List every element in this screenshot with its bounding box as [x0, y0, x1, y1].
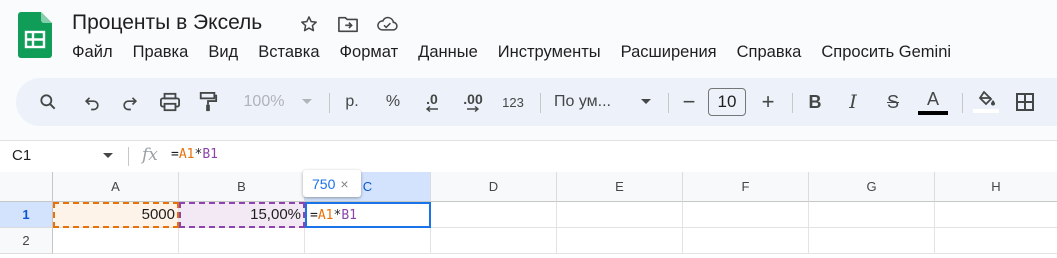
text-color-label: A [926, 88, 939, 109]
cell-c1-eq: = [310, 207, 318, 223]
move-to-folder-icon[interactable] [337, 13, 359, 35]
arrow-right-icon [467, 106, 480, 112]
increase-decimal-button[interactable]: .00 [456, 78, 490, 126]
formula-eq: = [171, 147, 179, 162]
formula-preview-value: 750 [312, 175, 336, 192]
star-icon[interactable] [298, 13, 320, 35]
document-title[interactable]: Проценты в Эксель [72, 11, 262, 35]
strikethrough-button[interactable]: S [880, 78, 906, 126]
cell-d2[interactable] [431, 228, 557, 254]
bold-button[interactable]: B [802, 78, 828, 126]
menu-edit[interactable]: Правка [133, 43, 189, 62]
decrease-font-size-button[interactable]: − [678, 78, 700, 126]
increase-decimal-label: .00 [463, 91, 483, 107]
column-header-a[interactable]: A [53, 172, 179, 202]
cloud-status-icon[interactable] [376, 13, 398, 35]
font-family-select[interactable]: По ум... [554, 78, 626, 126]
print-icon[interactable] [156, 78, 184, 126]
formula-input[interactable]: =A1*B1 [171, 147, 218, 162]
sheets-logo[interactable] [18, 12, 52, 58]
cell-c1-op: * [333, 207, 342, 223]
row-header-1[interactable]: 1 [0, 202, 53, 228]
arrow-left-icon [425, 106, 438, 112]
cell-a2[interactable] [53, 228, 179, 254]
menu-bar: Файл Правка Вид Вставка Формат Данные Ин… [72, 43, 971, 62]
menu-extensions[interactable]: Расширения [621, 43, 717, 62]
cell-e2[interactable] [557, 228, 683, 254]
cell-f1[interactable] [683, 202, 809, 228]
fx-icon: fx [142, 145, 158, 165]
cell-c1-editor[interactable]: = A1 * B1 [305, 202, 431, 228]
text-color-swatch [918, 110, 948, 115]
spreadsheet-grid: A B C D E F G H 1 2 5000 15,00% = A1 * B1 [0, 172, 1057, 258]
cell-f2[interactable] [683, 228, 809, 254]
menu-format[interactable]: Формат [340, 43, 399, 62]
menu-insert[interactable]: Вставка [258, 43, 319, 62]
menu-tools[interactable]: Инструменты [498, 43, 601, 62]
currency-format-button[interactable]: р. [340, 78, 364, 126]
toolbar: 100% р. % .0 .00 123 По ум... − 10 + B I… [16, 78, 1057, 126]
menu-help[interactable]: Справка [737, 43, 802, 62]
zoom-select[interactable]: 100% [238, 78, 290, 126]
cell-b1[interactable]: 15,00% [179, 202, 305, 228]
cell-g1[interactable] [809, 202, 935, 228]
chevron-down-icon [636, 78, 656, 126]
formula-ref-b1: B1 [202, 147, 218, 162]
column-header-h[interactable]: H [935, 172, 1057, 202]
italic-button[interactable]: I [840, 78, 866, 126]
column-header-d[interactable]: D [431, 172, 557, 202]
formula-bar: C1 fx =A1*B1 [0, 140, 1057, 172]
decrease-decimal-button[interactable]: .0 [418, 78, 446, 126]
cell-b2[interactable] [179, 228, 305, 254]
cell-c1-ref-b1: B1 [341, 207, 357, 223]
chevron-down-icon[interactable] [102, 152, 114, 160]
fill-color-icon[interactable] [971, 78, 1001, 126]
column-header-g[interactable]: G [809, 172, 935, 202]
cell-h2[interactable] [935, 228, 1057, 254]
column-header-b[interactable]: B [179, 172, 305, 202]
name-box[interactable]: C1 [12, 147, 31, 164]
redo-icon[interactable] [116, 78, 144, 126]
column-header-e[interactable]: E [557, 172, 683, 202]
percent-format-button[interactable]: % [380, 78, 406, 126]
formula-preview-tooltip: 750 × [303, 170, 361, 197]
formula-ref-a1: A1 [178, 147, 195, 162]
close-icon[interactable]: × [340, 176, 348, 192]
font-size-input[interactable]: 10 [708, 88, 746, 116]
more-formats-button[interactable]: 123 [499, 78, 527, 126]
cell-d1[interactable] [431, 202, 557, 228]
select-all-corner[interactable] [0, 172, 53, 202]
menu-ask-gemini[interactable]: Спросить Gemini [821, 43, 951, 62]
text-color-button[interactable]: A [916, 78, 950, 126]
menu-file[interactable]: Файл [72, 43, 113, 62]
decrease-decimal-label: .0 [426, 91, 438, 107]
chevron-down-icon [299, 78, 315, 126]
row-header-2[interactable]: 2 [0, 228, 53, 254]
cell-c1-ref-a1: A1 [317, 207, 334, 223]
paint-format-icon[interactable] [194, 78, 222, 126]
column-header-f[interactable]: F [683, 172, 809, 202]
menu-view[interactable]: Вид [208, 43, 238, 62]
increase-font-size-button[interactable]: + [757, 78, 779, 126]
borders-icon[interactable] [1012, 78, 1038, 126]
cell-e1[interactable] [557, 202, 683, 228]
search-icon[interactable] [34, 78, 62, 126]
cell-a1[interactable]: 5000 [53, 202, 179, 228]
cell-g2[interactable] [809, 228, 935, 254]
cell-h1[interactable] [935, 202, 1057, 228]
menu-data[interactable]: Данные [418, 43, 478, 62]
fill-color-swatch [973, 109, 999, 113]
cell-c2[interactable] [305, 228, 431, 254]
undo-icon[interactable] [78, 78, 106, 126]
